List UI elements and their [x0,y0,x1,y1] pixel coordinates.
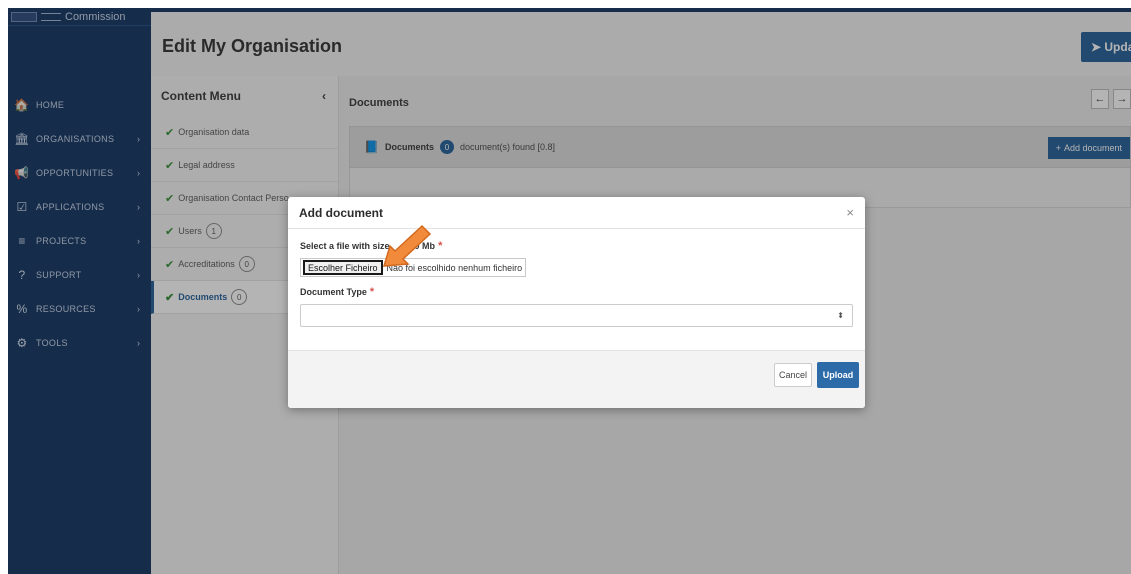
annotation-arrow-icon [382,224,432,267]
required-marker: * [438,240,443,252]
close-icon[interactable]: × [846,205,854,220]
dialog-title: Add document [299,205,383,220]
document-type-label-text: Document Type [300,287,367,297]
dialog-header: Add document × [288,197,865,229]
required-marker: * [369,286,375,298]
document-type-select[interactable]: ⬍ [300,304,853,327]
add-document-dialog: Add document × Select a file with size 2… [288,197,865,408]
upload-button[interactable]: Upload [817,362,859,388]
cancel-button[interactable]: Cancel [774,363,812,387]
dialog-footer: Cancel Upload [288,350,865,408]
document-type-label: Document Type * [300,286,853,298]
choose-file-button[interactable]: Escolher Ficheiro [303,260,383,275]
select-caret-icon: ⬍ [837,311,844,320]
arrow-shape [382,224,432,267]
dialog-body: Select a file with size 20 Mb * Escolher… [288,229,865,327]
file-label-text: Select a file with size [300,241,390,251]
